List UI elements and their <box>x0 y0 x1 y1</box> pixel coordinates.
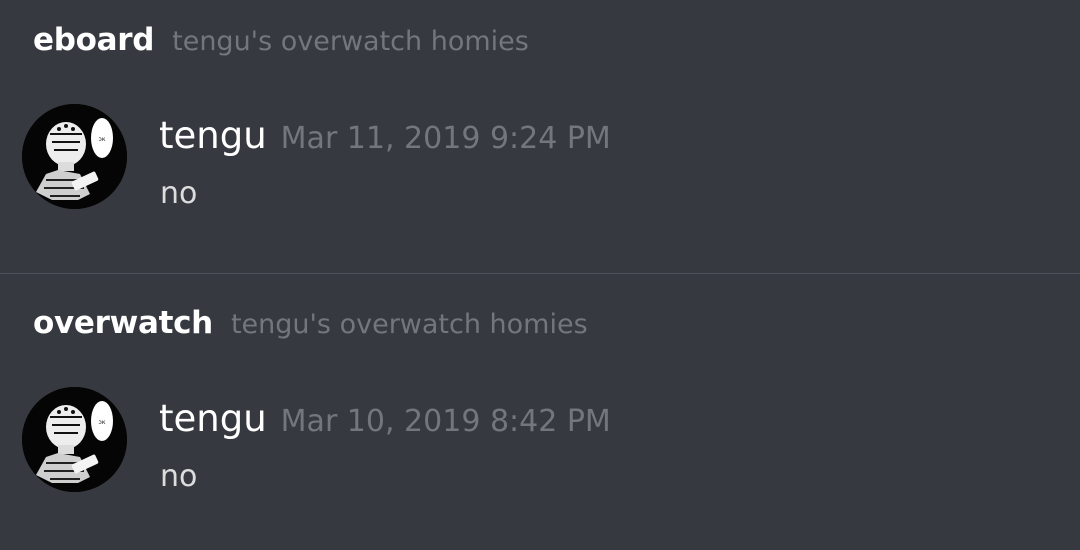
timestamp: Mar 10, 2019 8:42 PM <box>280 404 611 439</box>
search-result[interactable]: eboard tengu's overwatch homies ɔк tengu M… <box>0 0 1080 274</box>
result-header: eboard tengu's overwatch homies <box>33 20 529 60</box>
message-content: no <box>160 176 198 211</box>
message-content: no <box>160 459 198 494</box>
search-result[interactable]: overwatch tengu's overwatch homies ɔк ten… <box>0 274 1080 548</box>
guild-name: tengu's overwatch homies <box>230 309 588 340</box>
channel-name[interactable]: overwatch <box>33 305 213 341</box>
zenyatta-manga-avatar-icon: ɔк <box>22 387 127 492</box>
svg-text:ɔк: ɔк <box>99 136 106 143</box>
message-author-row: tengu Mar 10, 2019 8:42 PM <box>159 396 611 449</box>
result-header: overwatch tengu's overwatch homies <box>33 303 588 343</box>
svg-text:ɔк: ɔк <box>99 419 106 426</box>
guild-name: tengu's overwatch homies <box>172 26 529 57</box>
username[interactable]: tengu <box>159 114 267 157</box>
channel-name[interactable]: eboard <box>33 22 154 58</box>
avatar[interactable]: ɔк <box>22 104 127 209</box>
timestamp: Mar 11, 2019 9:24 PM <box>280 121 611 156</box>
username[interactable]: tengu <box>159 397 267 440</box>
message-author-row: tengu Mar 11, 2019 9:24 PM <box>159 113 611 166</box>
avatar[interactable]: ɔк <box>22 387 127 492</box>
zenyatta-manga-avatar-icon: ɔк <box>22 104 127 209</box>
